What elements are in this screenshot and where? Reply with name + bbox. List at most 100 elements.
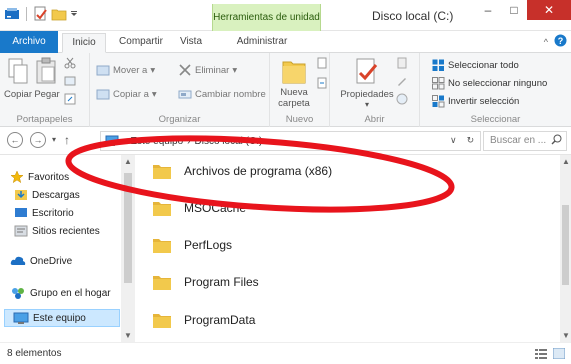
- new-folder-button[interactable]: Nueva carpeta: [274, 57, 314, 109]
- nav-label-recent: Sitios recientes: [32, 225, 100, 237]
- paste-button[interactable]: Pegar: [33, 57, 61, 100]
- folder-icon: [153, 239, 171, 253]
- tab-share[interactable]: Compartir: [112, 33, 170, 53]
- nav-item-this-pc[interactable]: Este equipo: [4, 309, 120, 327]
- tab-manage[interactable]: Administrar: [222, 33, 302, 53]
- nav-label-homegroup: Grupo en el hogar: [30, 287, 111, 299]
- folder-icon: [153, 276, 171, 290]
- search-placeholder: Buscar en ...: [490, 135, 547, 146]
- delete-label: Eliminar: [195, 64, 230, 76]
- new-folder-qat-icon[interactable]: [51, 6, 67, 22]
- file-list: Archivos de programa (x86) MSOCache Perf…: [136, 155, 560, 342]
- nav-label-favorites: Favoritos: [28, 171, 70, 183]
- view-switcher: [535, 347, 566, 362]
- address-dropdown-icon[interactable]: ∨: [450, 135, 457, 146]
- tab-file[interactable]: Archivo: [0, 31, 58, 53]
- status-bar: 8 elementos: [0, 342, 571, 364]
- properties-qat-icon[interactable]: [33, 6, 49, 22]
- copy-to-dropdown-icon: ▾: [151, 88, 157, 100]
- scroll-up-icon[interactable]: ▲: [562, 157, 570, 166]
- large-icons-view-icon[interactable]: [552, 347, 566, 362]
- move-to-dropdown-icon: ▾: [150, 64, 156, 76]
- details-view-icon[interactable]: [535, 348, 547, 362]
- list-item[interactable]: Program Files: [152, 273, 259, 291]
- nav-item-favorites[interactable]: Favoritos: [10, 170, 69, 184]
- minimize-button[interactable]: –: [475, 0, 501, 20]
- nav-item-homegroup[interactable]: Grupo en el hogar: [10, 286, 111, 300]
- help-icon[interactable]: ?: [554, 34, 567, 50]
- content-scroll-thumb[interactable]: [562, 205, 569, 285]
- scissors-icon: [64, 57, 76, 69]
- navigation-scroll-thumb[interactable]: [124, 173, 132, 283]
- refresh-icon[interactable]: ↻: [467, 135, 475, 146]
- copy-to-button[interactable]: Copiar a ▾: [96, 87, 157, 101]
- new-folder-icon: [282, 61, 306, 84]
- delete-dropdown-icon: ▾: [232, 64, 238, 76]
- nav-item-recent[interactable]: Sitios recientes: [14, 224, 100, 238]
- tab-view[interactable]: Vista: [174, 33, 208, 53]
- easy-access-button[interactable]: [316, 77, 328, 89]
- nav-label-this-pc: Este equipo: [33, 312, 86, 324]
- drive-tools-context-tab[interactable]: Herramientas de unidad: [212, 4, 321, 31]
- copy-path-icon: [64, 76, 76, 86]
- breadcrumb-separator-icon: ›: [187, 135, 191, 147]
- nav-label-onedrive: OneDrive: [30, 255, 73, 267]
- cut-button[interactable]: [64, 57, 76, 69]
- select-all-button[interactable]: Seleccionar todo: [432, 59, 519, 72]
- group-label-open: Abrir: [364, 114, 385, 125]
- forward-button[interactable]: →: [30, 132, 46, 148]
- copy-label: Copiar: [4, 89, 32, 100]
- tab-home[interactable]: Inicio: [62, 33, 106, 53]
- delete-button[interactable]: Eliminar ▾: [178, 63, 237, 77]
- history-button[interactable]: [396, 93, 408, 105]
- drive-app-icon[interactable]: [4, 6, 20, 22]
- nav-item-desktop[interactable]: Escritorio: [14, 206, 74, 220]
- open-button[interactable]: [396, 57, 408, 69]
- file-name: ProgramData: [184, 313, 256, 327]
- nav-item-downloads[interactable]: Descargas: [14, 188, 80, 202]
- list-item[interactable]: ProgramData: [152, 311, 255, 329]
- move-to-button[interactable]: Mover a ▾: [96, 63, 155, 77]
- forward-arrow-icon: →: [33, 135, 43, 145]
- search-input[interactable]: Buscar en ...: [483, 131, 567, 151]
- new-item-button[interactable]: [316, 57, 328, 69]
- paste-shortcut-icon: [64, 93, 76, 105]
- back-button[interactable]: ←: [7, 132, 23, 148]
- invert-selection-button[interactable]: Invertir selección: [432, 95, 519, 108]
- onedrive-cloud-icon: [10, 256, 26, 265]
- scroll-up-icon[interactable]: ▲: [124, 157, 132, 166]
- copy-path-button[interactable]: [64, 75, 76, 87]
- breadcrumb-this-pc[interactable]: Este equipo: [130, 136, 183, 147]
- list-item[interactable]: Archivos de programa (x86): [152, 162, 332, 180]
- content-scrollbar[interactable]: ▲ ▼: [560, 155, 571, 342]
- edit-button[interactable]: [396, 75, 408, 87]
- scroll-down-icon[interactable]: ▼: [124, 331, 132, 340]
- group-select: Seleccionar todo No seleccionar ninguno …: [420, 53, 571, 127]
- scroll-down-icon[interactable]: ▼: [562, 331, 570, 340]
- properties-button[interactable]: Propiedades ▾: [340, 57, 394, 109]
- maximize-button[interactable]: □: [501, 0, 527, 20]
- breadcrumb-drive[interactable]: Disco local (C:): [195, 136, 263, 147]
- paste-label: Pegar: [34, 89, 60, 100]
- address-path[interactable]: › Este equipo › Disco local (C:) ›: [100, 131, 481, 151]
- rename-label: Cambiar nombre: [195, 88, 266, 100]
- up-arrow-icon[interactable]: ↑: [64, 133, 70, 147]
- list-item[interactable]: PerfLogs: [152, 236, 232, 254]
- collapse-ribbon-icon[interactable]: ^: [544, 37, 548, 47]
- star-icon: [10, 170, 24, 184]
- list-item[interactable]: MSOCache: [152, 199, 246, 217]
- breadcrumb-separator-icon: ›: [123, 135, 127, 147]
- navigation-scrollbar[interactable]: ▲ ▼: [121, 155, 135, 342]
- new-folder-label: Nueva carpeta: [278, 87, 310, 109]
- select-none-button[interactable]: No seleccionar ninguno: [432, 77, 547, 90]
- close-button[interactable]: ✕: [527, 0, 571, 20]
- rename-button[interactable]: Cambiar nombre: [178, 87, 266, 101]
- qat-dropdown-icon[interactable]: [69, 6, 79, 22]
- recent-locations-icon[interactable]: ▾: [52, 135, 56, 144]
- copy-button[interactable]: Copiar: [2, 57, 34, 100]
- properties-dropdown-icon: ▾: [364, 100, 369, 109]
- rename-icon: [178, 90, 192, 99]
- nav-item-onedrive[interactable]: OneDrive: [10, 255, 72, 267]
- file-name: PerfLogs: [184, 238, 233, 252]
- paste-shortcut-button[interactable]: [64, 93, 76, 105]
